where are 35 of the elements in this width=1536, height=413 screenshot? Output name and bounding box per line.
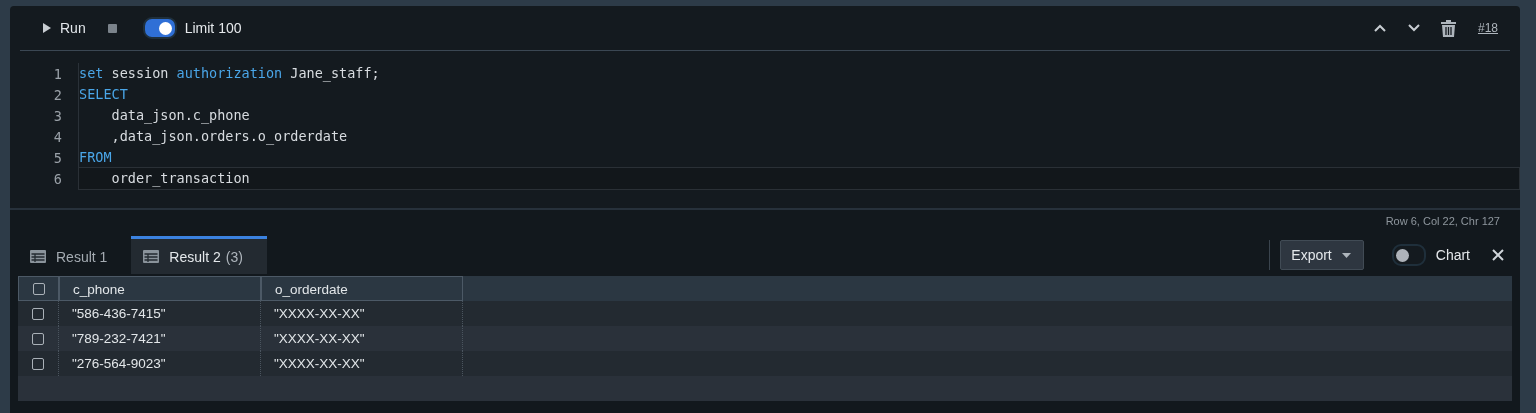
stop-button[interactable] [107, 23, 117, 33]
code-line: set session authorization Jane_staff; [78, 63, 1520, 84]
row-checkbox[interactable] [32, 307, 44, 320]
select-all-checkbox[interactable] [32, 282, 45, 295]
chevron-down-icon[interactable] [1406, 23, 1421, 33]
code-line: ,data_json.orders.o_orderdate [78, 126, 1520, 147]
trash-icon[interactable] [1440, 19, 1456, 37]
chart-toggle[interactable] [1391, 244, 1426, 266]
run-button[interactable]: Run [42, 20, 86, 36]
close-icon[interactable] [1492, 249, 1504, 261]
column-header[interactable]: o_orderdate [261, 276, 463, 301]
limit-toggle[interactable] [142, 17, 177, 39]
query-number-link[interactable]: #18 [1477, 21, 1498, 35]
column-header[interactable]: c_phone [59, 276, 261, 301]
play-icon [42, 22, 52, 34]
chevron-up-icon[interactable] [1372, 23, 1387, 33]
code-line: SELECT [78, 84, 1520, 105]
line-number: 6 [52, 170, 63, 187]
line-number: 4 [52, 128, 63, 145]
line-number: 1 [52, 65, 63, 82]
result-tab[interactable]: Result 2 (3) [131, 236, 267, 274]
table-icon [143, 250, 160, 263]
line-number: 2 [52, 86, 63, 103]
line-number: 3 [52, 107, 63, 124]
row-checkbox[interactable] [32, 357, 44, 370]
row-checkbox[interactable] [32, 332, 44, 345]
table-icon [30, 250, 46, 263]
caret-icon [1341, 252, 1351, 258]
line-number: 5 [52, 149, 63, 166]
result-tab[interactable]: Result 1 [18, 236, 132, 274]
chart-label: Chart [1435, 247, 1470, 263]
export-button[interactable]: Export [1280, 240, 1364, 270]
cursor-status: Row 6, Col 22, Chr 127 [1384, 214, 1501, 229]
code-line: data_json.c_phone [78, 105, 1520, 126]
limit-label: Limit 100 [184, 20, 242, 36]
